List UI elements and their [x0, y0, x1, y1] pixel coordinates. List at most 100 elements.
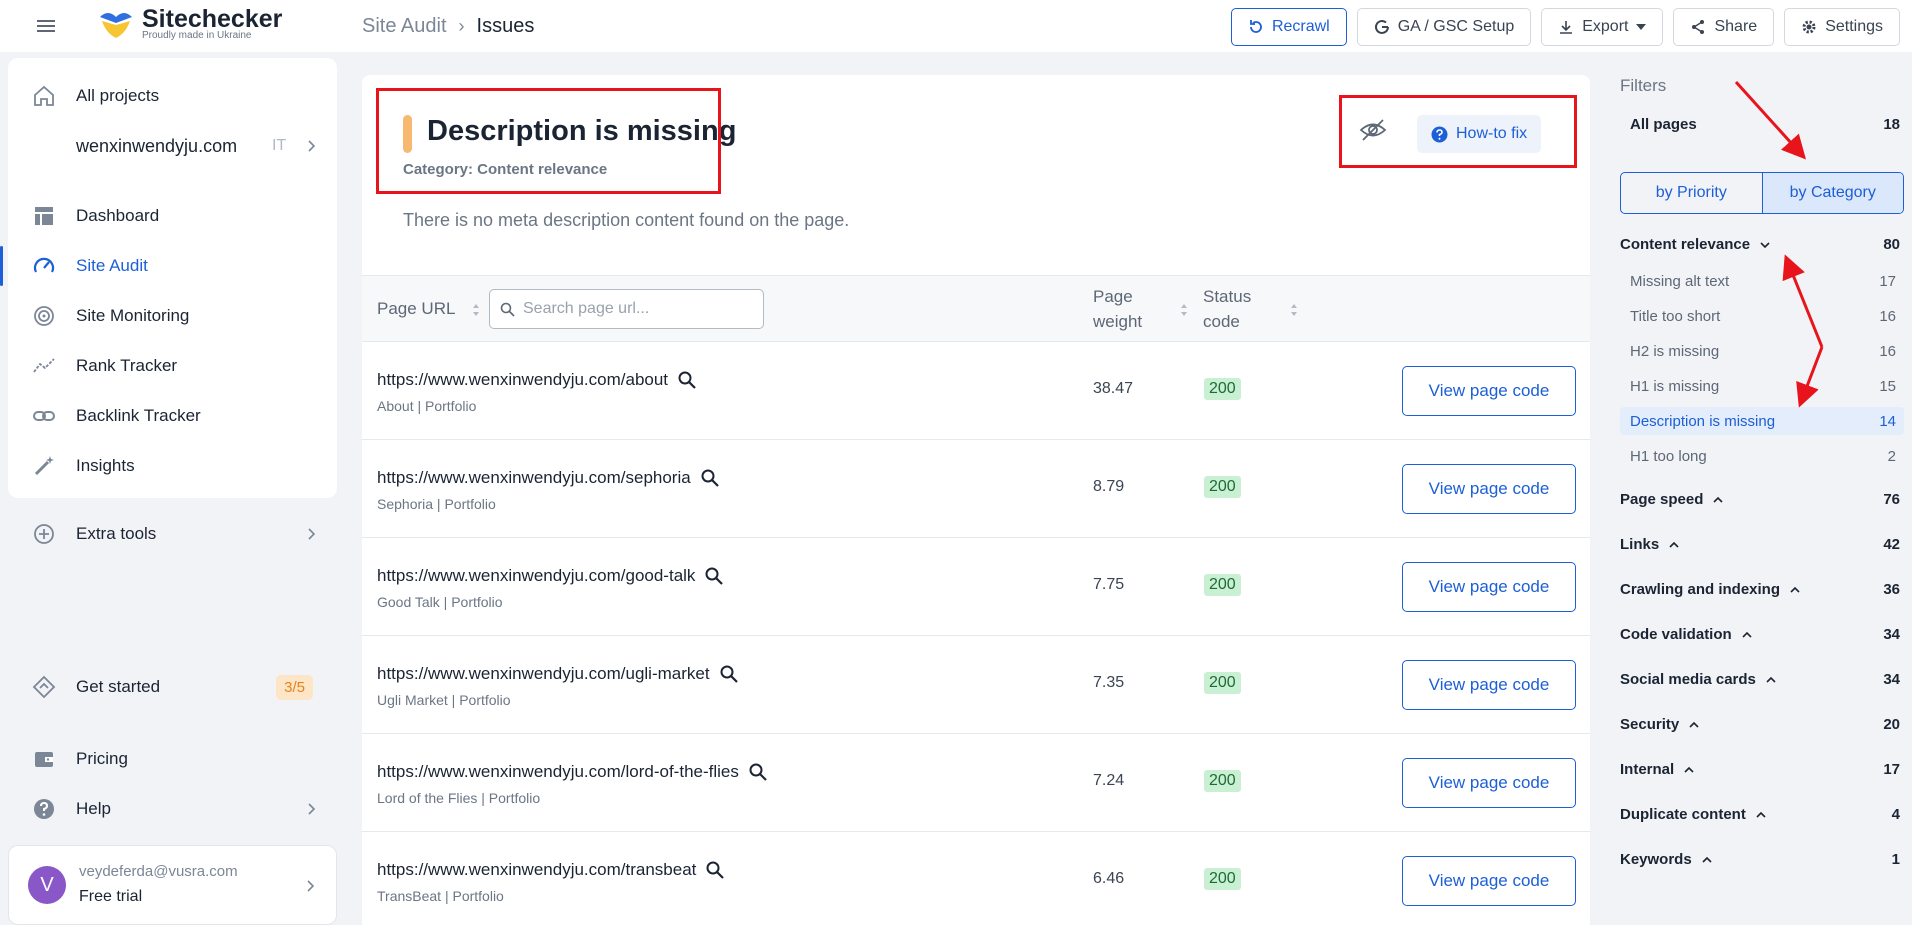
filter-group-social-media-cards[interactable]: Social media cards 34 — [1620, 671, 1900, 688]
hide-issue-icon[interactable] — [1358, 115, 1388, 145]
menu-icon[interactable] — [36, 16, 56, 36]
search-icon[interactable] — [678, 371, 696, 389]
sidebar-item-pricing[interactable]: Pricing — [8, 737, 337, 781]
view-page-code-button[interactable]: View page code — [1402, 660, 1576, 710]
search-input[interactable] — [523, 300, 753, 318]
by-priority-tab[interactable]: by Priority — [1621, 173, 1762, 213]
filter-count: 1 — [1891, 851, 1900, 868]
search-icon[interactable] — [705, 567, 724, 585]
status-badge: 200 — [1204, 770, 1241, 792]
filter-name: Duplicate content — [1620, 806, 1746, 823]
project-selector[interactable]: wenxinwendyju.com IT — [8, 124, 337, 168]
page-weight: 7.35 — [1093, 674, 1125, 691]
sort-icon[interactable] — [472, 303, 480, 317]
issue-panel: Description is missing Category: Content… — [362, 75, 1590, 925]
page-weight: 7.24 — [1093, 772, 1125, 789]
view-page-code-button[interactable]: View page code — [1402, 366, 1576, 416]
chevron-up-icon — [1713, 496, 1723, 503]
sidebar-item-dashboard[interactable]: Dashboard — [8, 194, 337, 238]
sidebar-item-all-projects[interactable]: All projects — [8, 74, 337, 118]
sidebar-item-site-monitoring[interactable]: Site Monitoring — [8, 294, 337, 338]
filter-group-page-speed[interactable]: Page speed 76 — [1620, 491, 1900, 508]
filter-mode-toggle: by Priority by Category — [1620, 172, 1904, 214]
view-page-code-button[interactable]: View page code — [1402, 758, 1576, 808]
filter-count: 14 — [1879, 412, 1896, 430]
sidebar-item-label: Insights — [76, 456, 135, 475]
share-button[interactable]: Share — [1673, 8, 1775, 46]
search-icon[interactable] — [749, 763, 767, 781]
user-account-card[interactable]: V veydeferda@vusra.com Free trial — [8, 845, 337, 925]
filter-group-links[interactable]: Links 42 — [1620, 536, 1900, 553]
filter-group-internal[interactable]: Internal 17 — [1620, 761, 1900, 778]
filter-group-crawling-and-indexing[interactable]: Crawling and indexing 36 — [1620, 581, 1900, 598]
table-row: https://www.wenxinwendyju.com/ugli-marke… — [362, 636, 1590, 734]
view-page-code-button[interactable]: View page code — [1402, 464, 1576, 514]
sidebar-item-site-audit[interactable]: Site Audit — [0, 244, 337, 288]
sidebar-item-label: Help — [76, 799, 111, 818]
search-icon[interactable] — [720, 665, 738, 683]
filter-group-code-validation[interactable]: Code validation 34 — [1620, 626, 1900, 643]
export-button[interactable]: Export — [1541, 8, 1664, 46]
filter-group-content-relevance[interactable]: Content relevance 80 — [1620, 236, 1900, 253]
page-weight: 8.79 — [1093, 478, 1125, 495]
sidebar-item-label: Site Audit — [76, 256, 148, 275]
page-url[interactable]: https://www.wenxinwendyju.com/good-talk — [377, 566, 724, 586]
breadcrumb: Site Audit › Issues — [362, 15, 534, 38]
chevron-up-icon — [1669, 541, 1679, 548]
sort-icon[interactable] — [1290, 303, 1298, 317]
view-page-code-button[interactable]: View page code — [1402, 562, 1576, 612]
filter-all-pages[interactable]: All pages 18 — [1630, 116, 1900, 133]
column-header-status-code[interactable]: Status code — [1203, 284, 1251, 334]
chevron-right-icon — [308, 803, 316, 815]
by-category-tab[interactable]: by Category — [1761, 173, 1903, 213]
column-header-line: weight — [1093, 312, 1143, 331]
how-to-fix-button[interactable]: How-to fix — [1417, 115, 1542, 153]
sidebar-item-rank-tracker[interactable]: Rank Tracker — [8, 344, 337, 388]
filter-name: H1 too long — [1630, 447, 1707, 465]
filter-group-keywords[interactable]: Keywords 1 — [1620, 851, 1900, 868]
filter-h2-is-missing[interactable]: H2 is missing 16 — [1620, 337, 1904, 365]
filter-h1-is-missing[interactable]: H1 is missing 15 — [1620, 372, 1904, 400]
filter-description-is-missing[interactable]: Description is missing 14 — [1620, 407, 1904, 435]
filter-count: 15 — [1879, 377, 1896, 395]
column-header-page-weight[interactable]: Page weight — [1093, 284, 1142, 334]
export-label: Export — [1582, 18, 1629, 35]
recrawl-label: Recrawl — [1271, 18, 1330, 35]
view-page-code-button[interactable]: View page code — [1402, 856, 1576, 906]
page-url[interactable]: https://www.wenxinwendyju.com/sephoria — [377, 468, 719, 488]
search-icon[interactable] — [701, 469, 719, 487]
page-title: Good Talk | Portfolio — [377, 594, 503, 610]
sidebar-item-insights[interactable]: Insights — [8, 444, 337, 488]
filter-missing-alt-text[interactable]: Missing alt text 17 — [1620, 267, 1904, 295]
breadcrumb-site-audit[interactable]: Site Audit — [362, 15, 447, 38]
sidebar-item-extra-tools[interactable]: Extra tools — [8, 512, 337, 556]
filter-title-too-short[interactable]: Title too short 16 — [1620, 302, 1904, 330]
filter-name: Links — [1620, 536, 1660, 553]
chevron-right-icon — [308, 528, 316, 540]
page-url[interactable]: https://www.wenxinwendyju.com/lord-of-th… — [377, 762, 767, 782]
link-icon — [33, 411, 55, 421]
search-icon[interactable] — [706, 861, 725, 879]
monitoring-icon — [34, 306, 54, 326]
sidebar-item-backlink-tracker[interactable]: Backlink Tracker — [8, 394, 337, 438]
sitechecker-logo[interactable]: Sitechecker Proudly made in Ukraine — [98, 6, 282, 41]
page-url[interactable]: https://www.wenxinwendyju.com/transbeat — [377, 860, 725, 880]
sidebar-item-help[interactable]: Help — [8, 787, 337, 831]
page-url[interactable]: https://www.wenxinwendyju.com/about — [377, 370, 696, 390]
sort-icon[interactable] — [1180, 303, 1188, 317]
page-url-text: https://www.wenxinwendyju.com/transbeat — [377, 860, 697, 879]
search-page-url-field[interactable] — [489, 289, 764, 329]
filter-group-duplicate-content[interactable]: Duplicate content 4 — [1620, 806, 1900, 823]
chevron-right-icon — [307, 880, 315, 892]
filter-count: 42 — [1883, 536, 1900, 553]
settings-button[interactable]: Settings — [1784, 8, 1900, 46]
recrawl-button[interactable]: Recrawl — [1230, 8, 1347, 46]
sidebar-item-get-started[interactable]: Get started 3/5 — [8, 665, 337, 709]
page-url[interactable]: https://www.wenxinwendyju.com/ugli-marke… — [377, 664, 738, 684]
filter-count: 20 — [1883, 716, 1900, 733]
sidebar-item-label: All projects — [76, 86, 160, 105]
ga-gsc-setup-button[interactable]: GA / GSC Setup — [1356, 8, 1532, 46]
filter-h1-too-long[interactable]: H1 too long 2 — [1620, 442, 1904, 470]
filter-group-security[interactable]: Security 20 — [1620, 716, 1900, 733]
column-header-page-url[interactable]: Page URL — [377, 296, 455, 321]
